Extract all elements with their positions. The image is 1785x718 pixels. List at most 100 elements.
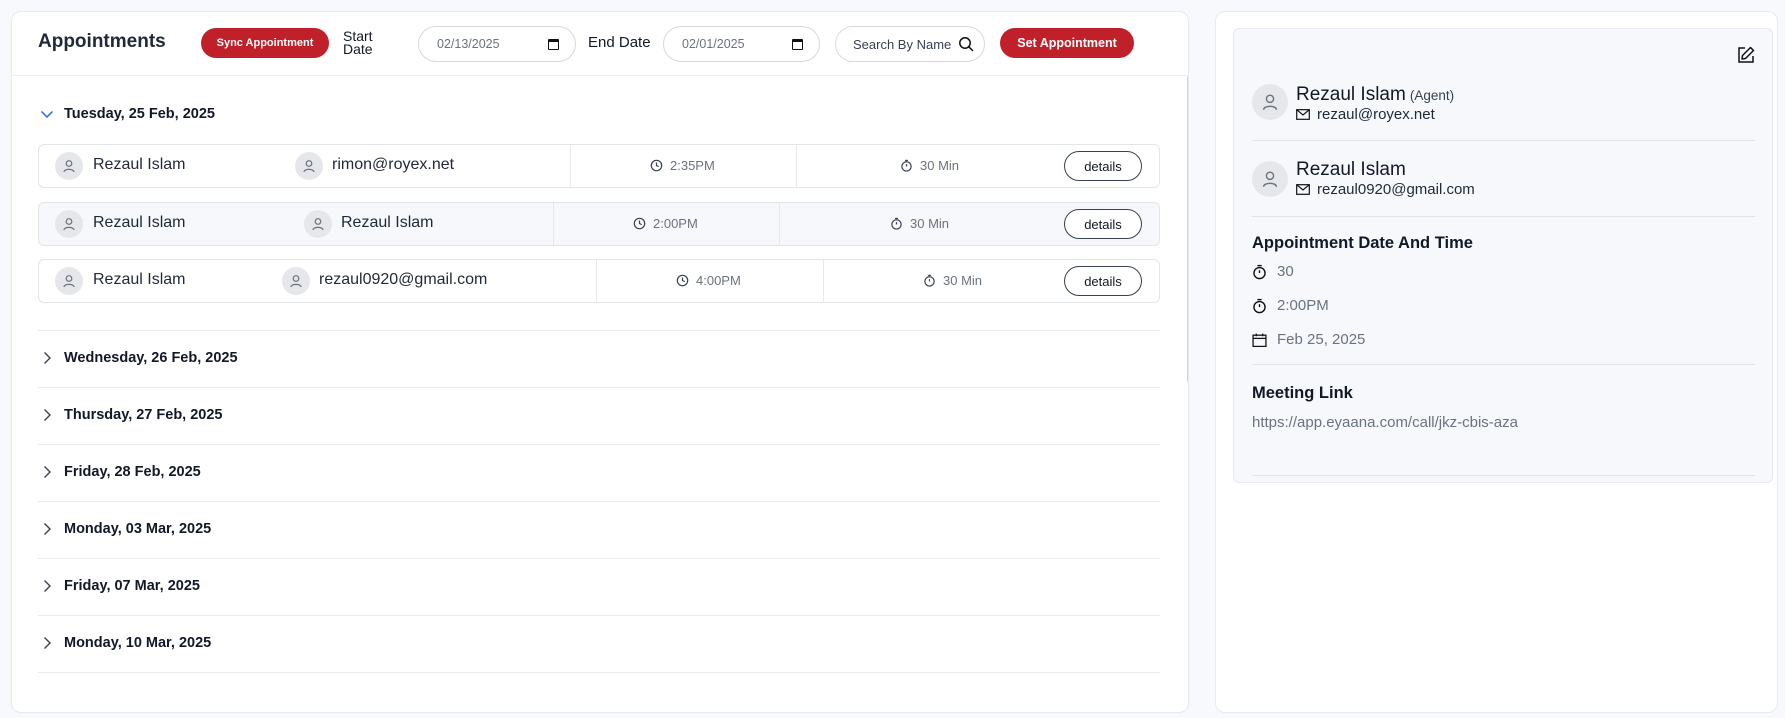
appointment-duration: 30 Min <box>890 216 949 231</box>
agent-name: Rezaul Islam <box>93 214 186 231</box>
details-button[interactable]: details <box>1064 209 1142 239</box>
day-header-friday-07-mar[interactable]: Friday, 07 Mar, 2025 <box>38 577 200 595</box>
appointment-row: Rezaul Islam rimon@royex.net 2:35PM 30 M… <box>38 144 1160 188</box>
appointments-panel: Appointments Sync Appointment Start Date… <box>11 11 1189 713</box>
duration-value: 30 <box>1277 263 1294 280</box>
avatar <box>1252 161 1288 197</box>
divider <box>570 145 571 187</box>
day-label: Monday, 10 Mar, 2025 <box>64 635 212 651</box>
end-date-label: End Date <box>588 34 651 51</box>
client-email: rezaul0920@gmail.com <box>1296 181 1475 198</box>
user-icon <box>312 218 324 231</box>
start-date-label: Start Date <box>343 28 373 57</box>
divider <box>596 260 597 302</box>
chevron-right-icon <box>38 349 56 367</box>
divider <box>38 558 1160 559</box>
client-email-text: rezaul0920@gmail.com <box>1317 181 1475 198</box>
divider <box>1252 216 1755 217</box>
divider <box>38 501 1160 502</box>
appointment-time: 4:00PM <box>676 273 741 288</box>
agent-name: Rezaul Islam <box>93 156 186 173</box>
avatar <box>304 210 332 238</box>
agent-name: Rezaul Islam (Agent) <box>1296 84 1454 106</box>
client-name: rimon@royex.net <box>332 156 455 173</box>
user-icon <box>63 218 75 231</box>
time-text: 2:00PM <box>653 216 698 231</box>
day-header-tuesday-25-feb[interactable]: Tuesday, 25 Feb, 2025 <box>38 105 215 123</box>
avatar <box>295 152 323 180</box>
set-appointment-button[interactable]: Set Appointment <box>1000 28 1134 58</box>
day-label: Tuesday, 25 Feb, 2025 <box>64 106 215 122</box>
avatar <box>55 210 83 238</box>
timer-icon <box>924 274 935 287</box>
chevron-right-icon <box>38 463 56 481</box>
duration-text: 30 Min <box>920 158 960 173</box>
details-button[interactable]: details <box>1064 266 1142 296</box>
agent-email-text: rezaul@royex.net <box>1317 106 1435 123</box>
day-label: Thursday, 27 Feb, 2025 <box>64 407 223 423</box>
user-icon <box>63 275 75 288</box>
user-icon <box>63 160 75 173</box>
details-panel: Rezaul Islam (Agent) rezaul@royex.net Rez… <box>1215 11 1778 713</box>
appointment-time: 2:35PM <box>650 158 715 173</box>
divider <box>796 145 797 187</box>
day-header-friday-28-feb[interactable]: Friday, 28 Feb, 2025 <box>38 463 201 481</box>
agent-name-text: Rezaul Islam <box>1296 84 1406 105</box>
divider <box>38 672 1160 673</box>
day-header-thursday-27-feb[interactable]: Thursday, 27 Feb, 2025 <box>38 406 223 424</box>
avatar <box>55 267 83 295</box>
edit-icon[interactable] <box>1736 45 1756 65</box>
appointment-row: Rezaul Islam rezaul0920@gmail.com 4:00PM… <box>38 259 1160 303</box>
clock-icon <box>633 217 646 230</box>
appointment-time: 2:00PM <box>633 216 698 231</box>
end-date-value: 02/01/2025 <box>682 37 745 51</box>
start-date-value: 02/13/2025 <box>437 37 500 51</box>
meeting-link[interactable]: https://app.eyaana.com/call/jkz-cbis-aza <box>1252 414 1518 431</box>
start-date-input[interactable]: 02/13/2025 <box>418 26 576 62</box>
divider <box>1252 140 1755 141</box>
appointment-row: Rezaul Islam Rezaul Islam 2:00PM 30 Min … <box>38 202 1160 246</box>
day-header-wednesday-26-feb[interactable]: Wednesday, 26 Feb, 2025 <box>38 349 238 367</box>
page-title: Appointments <box>38 31 166 52</box>
divider <box>38 387 1160 388</box>
search-input[interactable]: Search By Name <box>835 26 985 62</box>
date-value: Feb 25, 2025 <box>1277 331 1366 348</box>
calendar-icon[interactable] <box>792 38 803 50</box>
appointment-duration: 30 Min <box>900 158 959 173</box>
time-text: 2:35PM <box>670 158 715 173</box>
end-date-input[interactable]: 02/01/2025 <box>663 26 820 62</box>
client-name: Rezaul Islam <box>1296 159 1406 180</box>
duration-text: 30 Min <box>943 273 983 288</box>
user-icon <box>1262 94 1278 110</box>
divider <box>1252 364 1755 365</box>
search-icon[interactable] <box>958 36 974 52</box>
meeting-link-title: Meeting Link <box>1252 384 1353 402</box>
time-text: 4:00PM <box>696 273 741 288</box>
clock-icon <box>650 159 663 172</box>
day-header-monday-03-mar[interactable]: Monday, 03 Mar, 2025 <box>38 520 211 538</box>
timer-icon <box>891 217 902 230</box>
timer-icon <box>1253 264 1266 279</box>
appointment-duration: 30 Min <box>923 273 982 288</box>
details-button[interactable]: details <box>1064 151 1142 181</box>
divider <box>38 330 1160 331</box>
time-line: 2:00PM <box>1252 297 1329 314</box>
user-icon <box>1262 171 1278 187</box>
avatar <box>1252 84 1288 120</box>
sync-appointment-button[interactable]: Sync Appointment <box>201 28 329 58</box>
calendar-icon[interactable] <box>548 38 559 50</box>
divider <box>553 203 554 245</box>
divider <box>38 444 1160 445</box>
chevron-right-icon <box>38 577 56 595</box>
date-line: Feb 25, 2025 <box>1252 331 1365 348</box>
scrollbar[interactable] <box>1187 76 1188 382</box>
duration-line: 30 <box>1252 263 1294 280</box>
day-header-monday-10-mar[interactable]: Monday, 10 Mar, 2025 <box>38 634 211 652</box>
chevron-down-icon <box>38 105 56 123</box>
divider <box>779 203 780 245</box>
datetime-title: Appointment Date And Time <box>1252 234 1473 252</box>
user-icon <box>290 275 302 288</box>
chevron-right-icon <box>38 520 56 538</box>
duration-text: 30 Min <box>910 216 950 231</box>
divider <box>1252 475 1755 476</box>
